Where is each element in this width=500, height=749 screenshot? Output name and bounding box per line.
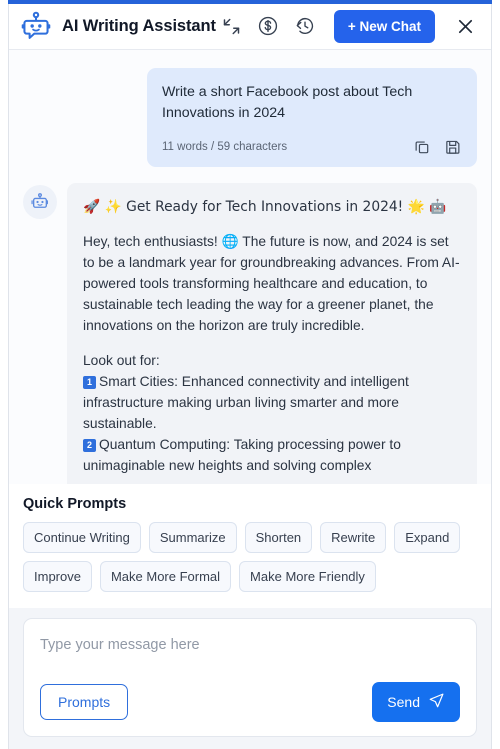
history-icon[interactable] <box>294 15 317 38</box>
user-message-text: Write a short Facebook post about Tech I… <box>162 84 413 122</box>
assistant-paragraph-1: Hey, tech enthusiasts! 🌐 The future is n… <box>83 234 460 334</box>
panel-header: AI Writing Assistant + New Chat <box>9 3 491 51</box>
quick-prompt-chip[interactable]: Make More Formal <box>99 561 232 593</box>
user-message-bubble: Write a short Facebook post about Tech I… <box>147 68 477 168</box>
keycap-1-icon: 1 <box>83 376 96 390</box>
list-item: Quantum Computing: Taking processing pow… <box>83 437 401 474</box>
assistant-message-row: 🚀 ✨ Get Ready for Tech Innovations in 20… <box>23 183 477 485</box>
quick-prompts-title: Quick Prompts <box>23 496 127 513</box>
robot-avatar-icon <box>23 185 57 220</box>
composer-actions: Prompts Send <box>40 682 460 722</box>
send-button[interactable]: Send <box>372 682 460 722</box>
close-icon[interactable] <box>453 14 477 38</box>
app-title: AI Writing Assistant <box>62 16 216 35</box>
quick-prompts-list: Continue Writing Summarize Shorten Rewri… <box>23 522 477 593</box>
quick-prompt-chip[interactable]: Rewrite <box>320 522 387 554</box>
list-item: Smart Cities: Enhanced connectivity and … <box>83 374 409 432</box>
assistant-list: Look out for: 1 Smart Cities: Enhanced co… <box>83 351 461 477</box>
quick-prompt-chip[interactable]: Improve <box>23 561 92 593</box>
prompts-button[interactable]: Prompts <box>40 684 129 720</box>
quick-prompt-chip[interactable]: Continue Writing <box>23 522 141 554</box>
keycap-2-icon: 2 <box>83 439 96 453</box>
message-tools <box>413 138 462 156</box>
new-chat-button[interactable]: + New Chat <box>333 9 435 43</box>
app-logo-robot-icon <box>19 9 53 43</box>
send-label: Send <box>387 694 420 710</box>
chat-transcript[interactable]: Write a short Facebook post about Tech I… <box>9 50 491 485</box>
copy-icon[interactable] <box>413 138 431 156</box>
composer-area: Prompts Send <box>9 608 491 749</box>
credits-icon[interactable] <box>257 15 280 38</box>
window-accent-bar <box>8 0 492 4</box>
user-message-row: Write a short Facebook post about Tech I… <box>23 68 477 168</box>
assistant-heading: 🚀 ✨ Get Ready for Tech Innovations in 20… <box>83 199 447 216</box>
list-intro: Look out for: <box>83 353 160 369</box>
paper-plane-icon <box>428 692 445 712</box>
quick-prompt-chip[interactable]: Expand <box>394 522 461 554</box>
quick-prompt-chip[interactable]: Summarize <box>148 522 237 554</box>
composer-box: Prompts Send <box>23 618 477 737</box>
word-character-count: 11 words / 59 characters <box>162 141 288 154</box>
ai-writing-assistant-panel: AI Writing Assistant + New Chat Write a … <box>0 0 500 749</box>
quick-prompt-chip[interactable]: Make More Friendly <box>239 561 376 593</box>
expand-collapse-icon[interactable] <box>220 15 243 38</box>
assistant-message-bubble: 🚀 ✨ Get Ready for Tech Innovations in 20… <box>67 183 477 485</box>
user-message-meta: 11 words / 59 characters <box>162 138 462 156</box>
header-actions: + New Chat <box>220 9 477 43</box>
save-icon[interactable] <box>444 138 462 156</box>
message-input[interactable] <box>40 635 460 676</box>
quick-prompts-section: Quick Prompts Continue Writing Summarize… <box>9 484 491 601</box>
quick-prompt-chip[interactable]: Shorten <box>244 522 313 554</box>
